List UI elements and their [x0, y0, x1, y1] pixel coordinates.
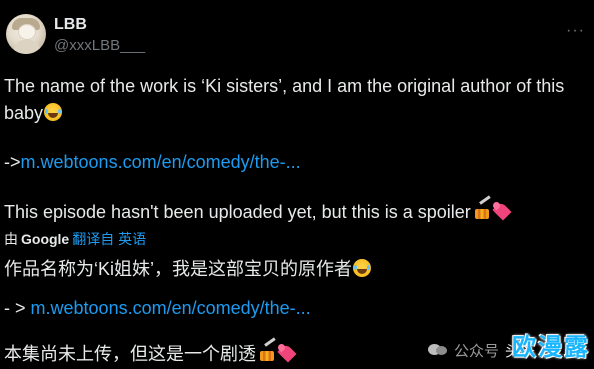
translated-text-1: 作品名称为‘Ki姐妹’，我是这部宝贝的原作者: [4, 259, 353, 279]
tweet-text-1: The name of the work is ‘Ki sisters’, an…: [4, 76, 565, 96]
laughing-tears-emoji-icon: [353, 259, 372, 277]
more-icon[interactable]: ···: [566, 22, 585, 40]
laughing-tears-emoji-icon: [44, 103, 63, 121]
tweet-text-line-3: This episode hasn't been uploaded yet, b…: [4, 202, 512, 223]
brand-watermark: 欧漫露: [512, 334, 590, 361]
user-handle[interactable]: @xxxLBB___: [54, 37, 145, 54]
translate-from-link[interactable]: 翻译自 英语: [72, 231, 146, 247]
link-prefix-1: ->: [4, 152, 21, 172]
translated-by-label: 由: [4, 231, 18, 247]
watermark-account: 公众号: [454, 342, 500, 360]
webtoons-link-2[interactable]: m.webtoons.com/en/comedy/the-...: [31, 298, 311, 318]
link-line-2: - > m.webtoons.com/en/comedy/the-...: [4, 298, 311, 319]
tweet-text-line-1: The name of the work is ‘Ki sisters’, an…: [4, 76, 564, 97]
wechat-icon: [428, 343, 450, 357]
link-line-1: ->m.webtoons.com/en/comedy/the-...: [4, 152, 301, 173]
link-prefix-2: - >: [4, 298, 26, 318]
webtoons-link-1[interactable]: m.webtoons.com/en/comedy/the-...: [21, 152, 301, 172]
tweet: LBB @xxxLBB___ ··· The name of the work …: [0, 0, 594, 369]
google-logo: Google: [21, 231, 70, 247]
avatar[interactable]: [6, 14, 46, 54]
fire-emoji-icon: [473, 202, 491, 220]
fire-emoji-icon: [258, 344, 276, 362]
avatar-face: [18, 24, 36, 40]
tweet-text-3: This episode hasn't been uploaded yet, b…: [4, 202, 471, 222]
two-hearts-emoji-icon: [277, 344, 297, 362]
tweet-text-2: baby: [4, 103, 44, 123]
avatar-body: [14, 40, 40, 54]
translation-attribution: 由 Google 翻译自 英语: [4, 229, 146, 249]
two-hearts-emoji-icon: [492, 202, 512, 220]
display-name[interactable]: LBB: [54, 16, 87, 34]
translated-line-1: 作品名称为‘Ki姐妹’，我是这部宝贝的原作者: [4, 255, 372, 281]
tweet-text-line-2: baby: [4, 103, 63, 124]
translated-line-2: 本集尚未上传，但这是一个剧透: [4, 340, 297, 366]
translated-text-2: 本集尚未上传，但这是一个剧透: [4, 344, 256, 364]
